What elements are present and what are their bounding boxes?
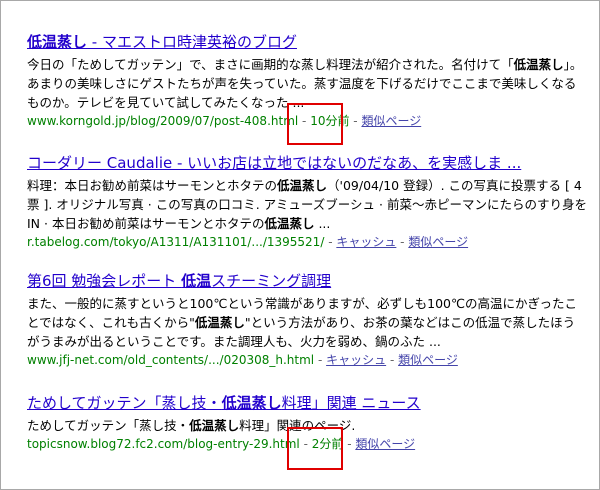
snippet-keyword: 低温蒸し: [277, 178, 328, 193]
title-keyword: 低温蒸し: [27, 33, 88, 51]
search-result: コーダリー Caudalie - いいお店は立地ではないのだなあ、を実感しま .…: [27, 154, 587, 252]
separator: -: [386, 353, 399, 367]
search-results-panel: 低温蒸し - マエストロ時津英裕のブログ 今日の「ためしてガッテン」で、まさに画…: [0, 0, 600, 490]
result-title-link[interactable]: 第6回 勉強会レポート 低温スチーミング調理: [27, 272, 587, 290]
result-url: r.tabelog.com/tokyo/A1311/A131101/.../13…: [27, 235, 325, 249]
snippet-text: 料理：本日お勧め前菜はサーモンとホタテの: [27, 178, 278, 193]
snippet-text: ためしてガッテン「蒸し技・: [27, 418, 190, 433]
cache-link[interactable]: キャッシュ: [326, 353, 386, 367]
title-keyword: 低温蒸し: [221, 394, 282, 412]
title-text: - マエストロ時津英裕のブログ: [87, 33, 297, 51]
title-text: ためしてガッテン「蒸し技・: [27, 394, 222, 412]
separator: -: [349, 114, 362, 128]
title-text: 料理」関連 ニュース: [281, 394, 421, 412]
result-url: www.korngold.jp/blog/2009/07/post-408.ht…: [27, 114, 299, 128]
similar-pages-link[interactable]: 類似ページ: [361, 114, 421, 128]
search-result: 第6回 勉強会レポート 低温スチーミング調理 また、一般的に蒸すというと100℃…: [27, 272, 587, 370]
title-text: 第6回 勉強会レポート: [27, 272, 182, 290]
similar-pages-link[interactable]: 類似ページ: [398, 353, 458, 367]
result-url: www.jfj-net.com/old_contents/.../020308_…: [27, 353, 315, 367]
snippet-text: 今日の「ためしてガッテン」で、まさに画期的な蒸し料理法が紹介された。名付けて「: [27, 57, 514, 72]
snippet-keyword: 低温蒸し: [194, 315, 245, 330]
snippet-text: ...: [314, 216, 331, 231]
annotation-highlight-box: [287, 103, 343, 145]
result-title-link[interactable]: ためしてガッテン「蒸し技・低温蒸し料理」関連 ニュース: [27, 394, 587, 412]
snippet-keyword: 低温蒸し: [264, 216, 315, 231]
similar-pages-link[interactable]: 類似ページ: [408, 235, 468, 249]
result-meta: www.jfj-net.com/old_contents/.../020308_…: [27, 351, 587, 370]
result-url: topicsnow.blog72.fc2.com/blog-entry-29.h…: [27, 437, 300, 451]
result-snippet: 料理：本日お勧め前菜はサーモンとホタテの低温蒸し（'09/04/10 登録）. …: [27, 176, 587, 233]
similar-pages-link[interactable]: 類似ページ: [355, 437, 415, 451]
result-snippet: また、一般的に蒸すというと100℃という常識がありますが、必ずしも100℃の高温…: [27, 294, 587, 351]
separator: -: [314, 353, 327, 367]
separator: -: [324, 235, 337, 249]
result-meta: r.tabelog.com/tokyo/A1311/A131101/.../13…: [27, 233, 587, 252]
title-text: スチーミング調理: [211, 272, 332, 290]
result-title-link[interactable]: コーダリー Caudalie - いいお店は立地ではないのだなあ、を実感しま .…: [27, 154, 587, 172]
cache-link[interactable]: キャッシュ: [336, 235, 396, 249]
snippet-keyword: 低温蒸し: [189, 418, 240, 433]
snippet-keyword: 低温蒸し: [513, 57, 564, 72]
separator: -: [343, 437, 356, 451]
annotation-highlight-box: [287, 427, 343, 470]
title-keyword: 低温: [181, 272, 212, 290]
result-title-link[interactable]: 低温蒸し - マエストロ時津英裕のブログ: [27, 33, 587, 51]
separator: -: [396, 235, 409, 249]
